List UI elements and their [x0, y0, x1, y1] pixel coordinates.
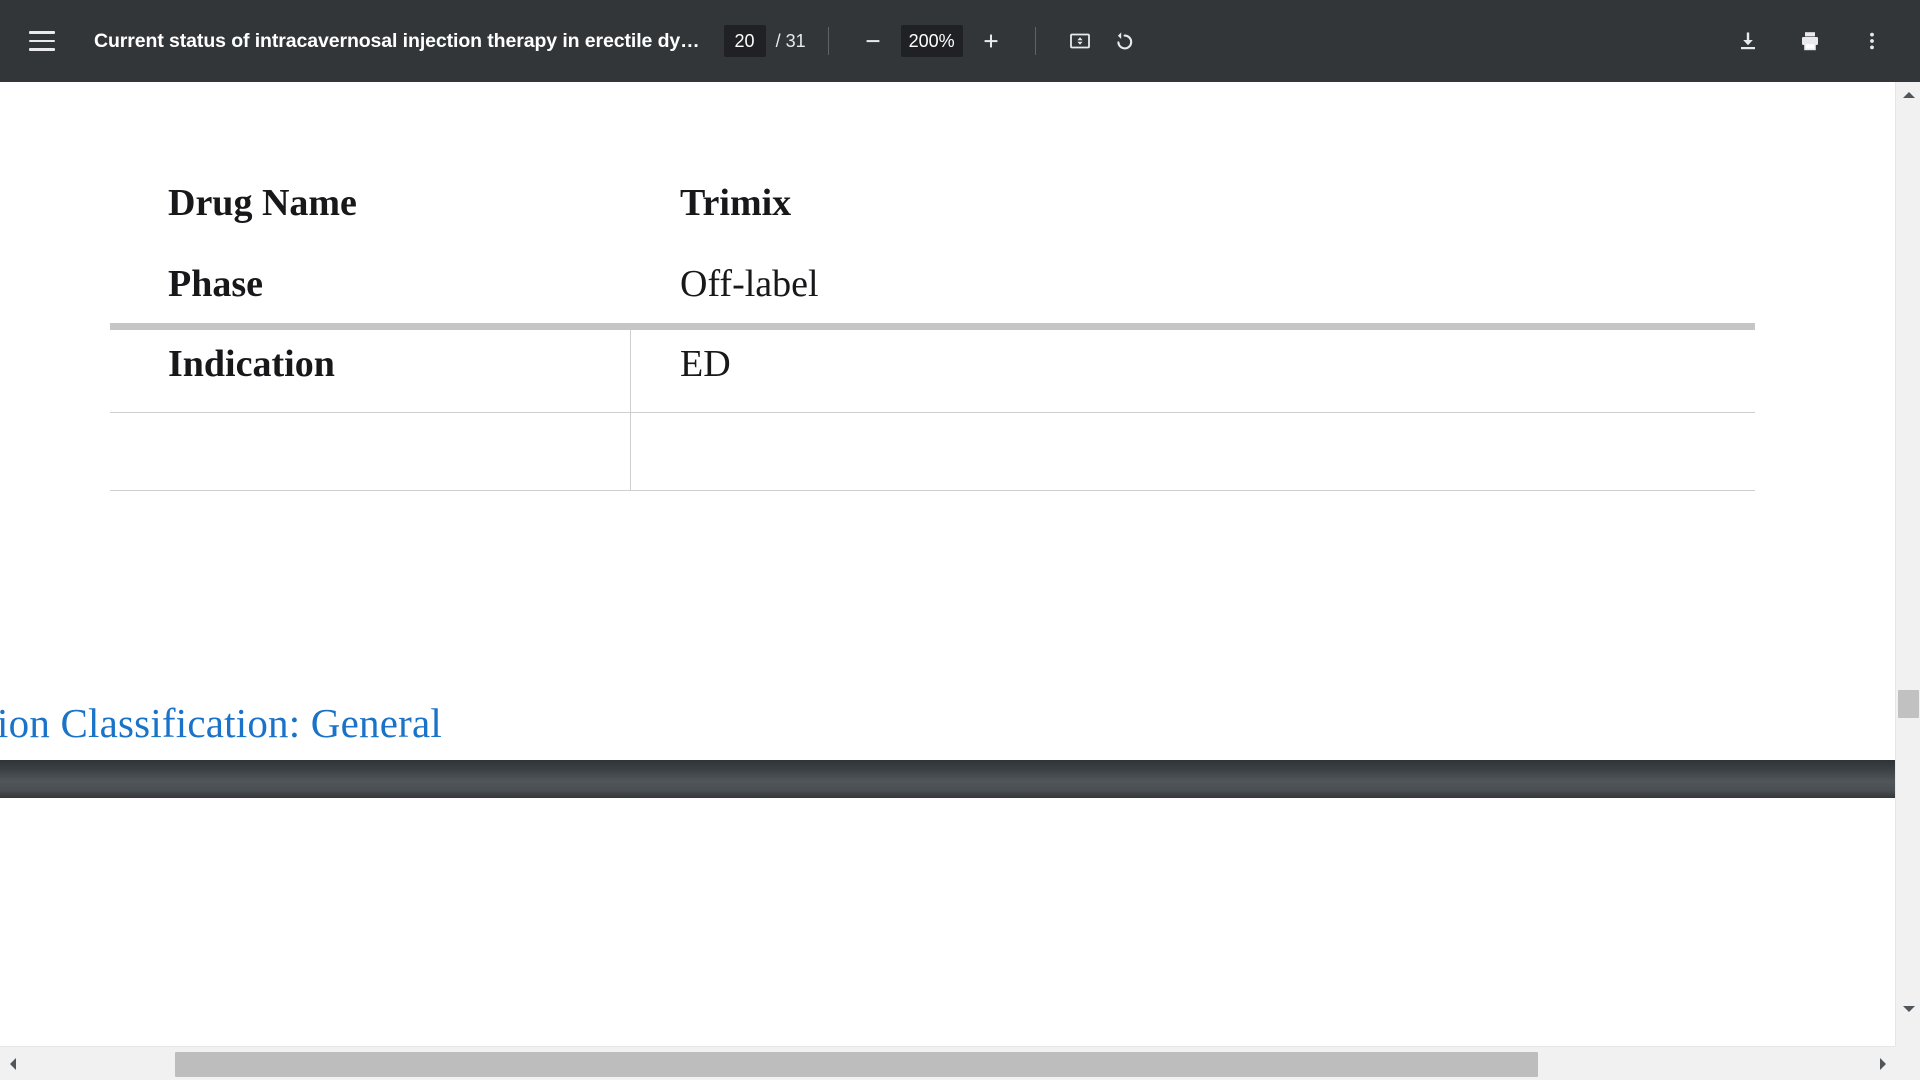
- table-header-value: Trimix: [630, 162, 1755, 244]
- horizontal-scrollbar[interactable]: [0, 1046, 1895, 1080]
- fit-to-page-button[interactable]: [1058, 19, 1102, 63]
- zoom-level-input[interactable]: [901, 25, 963, 57]
- triangle-down-glyph: [1903, 1006, 1915, 1012]
- page-navigation-group: / 31: [724, 25, 806, 57]
- table-row: Indication ED: [110, 324, 1755, 404]
- table-row-label: Phase: [110, 244, 630, 324]
- more-options-button[interactable]: [1850, 19, 1894, 63]
- plus-icon: [980, 30, 1002, 52]
- scroll-down-arrow-icon[interactable]: [1896, 996, 1920, 1021]
- information-classification-footer: Information Classification: General: [0, 699, 442, 747]
- scrollbar-corner: [1895, 1046, 1920, 1080]
- table-header-row: Drug Name Trimix: [110, 162, 1755, 244]
- rotate-button[interactable]: [1102, 19, 1146, 63]
- drug-information-table: Drug Name Trimix Phase Off-label Indicat…: [110, 162, 1755, 404]
- table-row-value: Off-label: [630, 244, 1755, 324]
- scroll-right-arrow-icon[interactable]: [1870, 1047, 1895, 1081]
- hamburger-bar: [29, 48, 55, 51]
- page-total-label: / 31: [776, 31, 806, 52]
- scroll-up-arrow-icon[interactable]: [1896, 82, 1920, 107]
- download-button[interactable]: [1726, 19, 1770, 63]
- table-row-label: Indication: [110, 324, 630, 404]
- page-separator: [0, 760, 1895, 798]
- table-header-rule: [110, 323, 1755, 330]
- vertical-scrollbar-thumb[interactable]: [1898, 690, 1919, 718]
- hamburger-bar: [29, 31, 55, 34]
- triangle-right-glyph: [1880, 1058, 1886, 1070]
- horizontal-scrollbar-thumb[interactable]: [175, 1052, 1538, 1077]
- triangle-up-glyph: [1903, 92, 1915, 98]
- triangle-left-glyph: [10, 1058, 16, 1070]
- rotate-counterclockwise-icon: [1112, 29, 1136, 53]
- table-row-value: ED: [630, 324, 1755, 404]
- toolbar-divider: [1035, 27, 1036, 55]
- table-row-divider: [110, 412, 1755, 413]
- pdf-page-20: Drug Name Trimix Phase Off-label Indicat…: [0, 82, 1895, 760]
- minus-icon: [862, 30, 884, 52]
- table-bottom-rule: [110, 490, 1755, 491]
- scroll-left-arrow-icon[interactable]: [0, 1047, 25, 1081]
- more-options-icon: [1860, 29, 1884, 53]
- table-header-label: Drug Name: [110, 162, 630, 244]
- vertical-scrollbar[interactable]: [1895, 82, 1920, 1046]
- zoom-in-button[interactable]: [969, 19, 1013, 63]
- print-icon: [1798, 29, 1822, 53]
- fit-to-page-icon: [1068, 29, 1092, 53]
- toolbar-right-actions: [1726, 19, 1894, 63]
- toolbar-divider: [828, 27, 829, 55]
- pdf-page-21: [0, 798, 1895, 1046]
- table-row: Phase Off-label: [110, 244, 1755, 324]
- print-button[interactable]: [1788, 19, 1832, 63]
- page-number-input[interactable]: [724, 25, 766, 57]
- document-title: Current status of intracavernosal inject…: [94, 30, 700, 53]
- zoom-out-button[interactable]: [851, 19, 895, 63]
- hamburger-menu-icon[interactable]: [20, 19, 64, 63]
- pdf-viewer-toolbar: Current status of intracavernosal inject…: [0, 0, 1920, 82]
- download-icon: [1736, 29, 1760, 53]
- table-column-divider: [630, 330, 631, 490]
- pdf-viewer-canvas[interactable]: Drug Name Trimix Phase Off-label Indicat…: [0, 82, 1895, 1046]
- hamburger-bar: [29, 40, 55, 43]
